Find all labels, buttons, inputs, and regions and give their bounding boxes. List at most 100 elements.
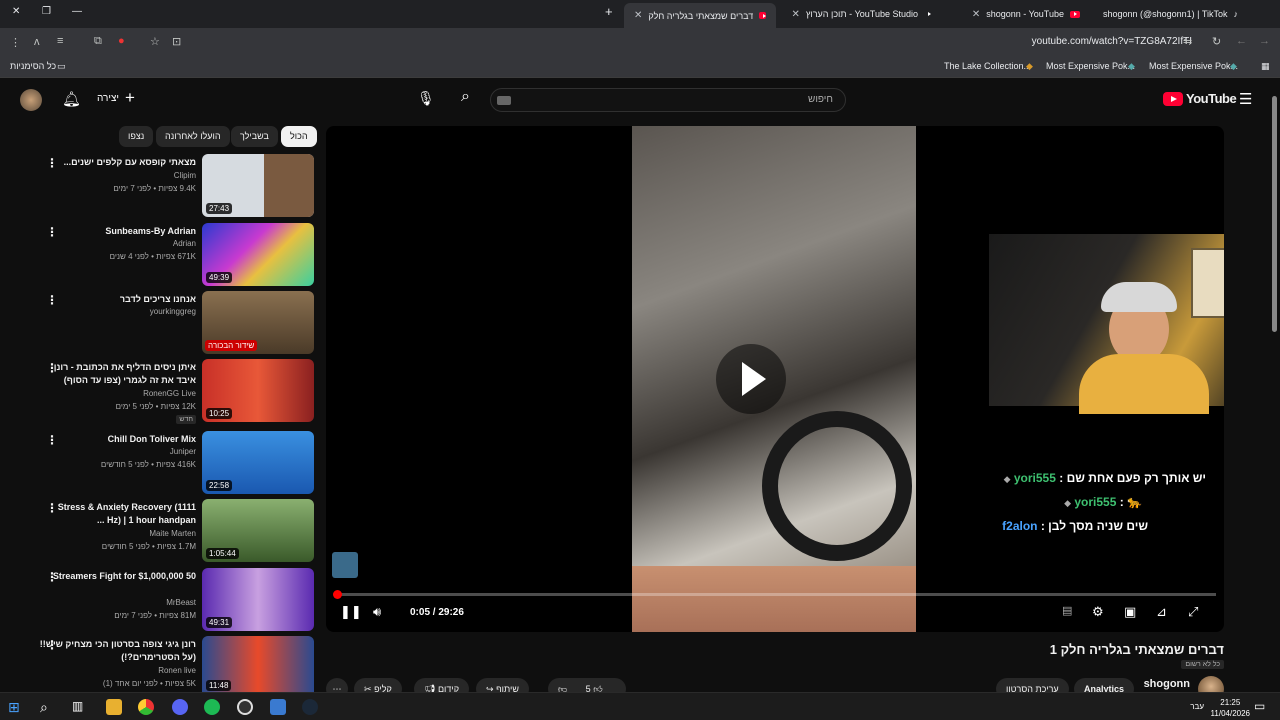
new-tab-button[interactable]: + — [605, 4, 613, 19]
list-item[interactable]: שידור הבכורה אנחנו צריכים לדבר yourkingg… — [40, 291, 314, 355]
bookmark-item[interactable]: The Lake Collection... — [944, 61, 1031, 71]
more-options-icon[interactable]: ⋮ — [46, 501, 58, 515]
more-options-icon[interactable]: ⋮ — [46, 156, 58, 170]
apps-grid-icon[interactable]: ▦ — [1261, 61, 1270, 72]
video-title[interactable]: איתן ניסים הדליף את הכתובת - רונן איבד א… — [46, 361, 196, 387]
video-thumbnail[interactable]: 11:48 — [202, 636, 314, 692]
steam-icon[interactable] — [302, 699, 318, 715]
microphone-icon[interactable]: 🎙︎ — [417, 90, 435, 107]
spotify-icon[interactable] — [204, 699, 220, 715]
video-title[interactable]: רונן גיגי צופה בסרטון הכי מצחיק שיש!! (ע… — [40, 638, 196, 664]
search-icon[interactable]: ⌕ — [461, 88, 470, 106]
translate-icon[interactable]: ʌ — [34, 36, 40, 48]
site-settings-icon[interactable]: ⇋ — [1183, 35, 1192, 48]
video-thumbnail[interactable]: 49:39 — [202, 223, 314, 286]
notifications-bell-icon[interactable]: 🔔︎ — [62, 90, 81, 108]
channel-name[interactable]: Clipim — [174, 171, 196, 180]
chip-for-you[interactable]: בשבילך — [231, 126, 278, 147]
more-options-icon[interactable]: ⋮ — [46, 225, 58, 239]
volume-icon[interactable]: 🔊︎ — [373, 604, 381, 620]
subtitles-icon[interactable]: ▤ — [1062, 604, 1072, 617]
restore-window-icon[interactable]: ❐ — [42, 6, 51, 17]
youtube-logo[interactable]: YouTube — [1163, 91, 1237, 106]
channel-name[interactable]: Adrian — [173, 239, 196, 248]
cast-icon[interactable]: ⊿ — [1156, 604, 1167, 620]
list-item[interactable]: 49:31 50 Streamers Fight for $1,000,000 … — [40, 568, 314, 632]
chrome-icon[interactable] — [138, 699, 154, 715]
install-app-icon[interactable]: ⊡ — [172, 35, 181, 48]
list-item[interactable]: 27:43 מצאתי קופסא עם קלפים ישנים... Clip… — [40, 154, 314, 218]
extensions-icon[interactable]: ⧉ — [94, 35, 102, 48]
create-button[interactable]: יצירה + — [97, 89, 135, 106]
more-options-icon[interactable]: ⋮ — [46, 361, 58, 375]
forward-icon[interactable]: ← — [1236, 35, 1247, 47]
video-title[interactable]: Stress & Anxiety Recovery (1111 Hz) | 1 … — [46, 501, 196, 527]
reload-icon[interactable]: ↻ — [1212, 35, 1221, 48]
hamburger-menu-icon[interactable]: ☰ — [1239, 90, 1252, 108]
more-options-icon[interactable]: ⋮ — [46, 293, 58, 307]
tab-youtube-studio[interactable]: YouTube Studio - תוכן הערוץ ✕ — [782, 3, 934, 25]
tab-shogonn-youtube[interactable]: shogonn - YouTube ✕ — [938, 3, 1090, 25]
file-explorer-icon[interactable] — [106, 699, 122, 715]
search-icon[interactable]: ⌕ — [40, 699, 56, 715]
more-options-icon[interactable]: ⋮ — [46, 433, 58, 447]
notification-icon[interactable]: ▭ — [1254, 699, 1270, 715]
miniplayer-icon[interactable]: ▣ — [1124, 604, 1136, 620]
list-item[interactable]: 11:48 רונן גיגי צופה בסרטון הכי מצחיק שי… — [40, 636, 314, 692]
video-thumbnail[interactable]: 22:58 — [202, 431, 314, 494]
system-clock[interactable]: 21:25 11/04/2026 — [1211, 697, 1250, 719]
channel-name[interactable]: RonenGG Live — [143, 389, 196, 398]
more-options-icon[interactable]: ⋮ — [46, 570, 58, 584]
play-button[interactable] — [716, 344, 786, 414]
bookmark-item[interactable]: Most Expensive Pok... — [1149, 61, 1238, 71]
chip-recently-uploaded[interactable]: הועלו לאחרונה — [156, 126, 230, 147]
settings-gear-icon[interactable]: ⚙︎ — [1092, 604, 1104, 620]
list-item[interactable]: 49:39 Sunbeams-By Adrian Adrian 671K צפי… — [40, 223, 314, 287]
channel-name[interactable]: yourkinggreg — [150, 307, 196, 316]
channel-name[interactable]: Maite Marten — [149, 529, 196, 538]
list-item[interactable]: 22:58 Chill Don Toliver Mix Juniper 416K… — [40, 431, 314, 495]
fullscreen-icon[interactable]: ⤢ — [1188, 604, 1198, 620]
channel-name-link[interactable]: shogonn — [1144, 678, 1190, 690]
tab-active-video[interactable]: דברים שמצאתי בגלריה חלק ✕ — [624, 3, 776, 28]
close-window-icon[interactable]: ✕ — [12, 6, 20, 17]
language-indicator[interactable]: עבר — [1190, 702, 1204, 711]
discord-icon[interactable] — [172, 699, 188, 715]
search-input[interactable]: חיפוש — [490, 88, 846, 112]
channel-watermark[interactable] — [332, 552, 358, 578]
video-title[interactable]: Sunbeams-By Adrian — [46, 225, 196, 238]
video-thumbnail[interactable]: 1:05:44 — [202, 499, 314, 562]
minimize-window-icon[interactable]: — — [72, 6, 82, 17]
more-options-icon[interactable]: ⋮ — [46, 638, 58, 652]
video-thumbnail[interactable]: 49:31 — [202, 568, 314, 631]
channel-name[interactable]: Juniper — [170, 447, 196, 456]
page-scrollbar[interactable] — [1272, 96, 1277, 332]
list-item[interactable]: 1:05:44 Stress & Anxiety Recovery (1111 … — [40, 499, 314, 563]
video-title[interactable]: 50 Streamers Fight for $1,000,000 — [46, 570, 196, 583]
url-field[interactable]: youtube.com/watch?v=TZG8A72IfTI — [1032, 36, 1192, 47]
task-view-icon[interactable]: ▥ — [72, 699, 88, 715]
app-icon[interactable] — [270, 699, 286, 715]
obs-icon[interactable] — [237, 699, 253, 715]
bookmark-star-icon[interactable]: ☆ — [150, 35, 160, 48]
video-thumbnail[interactable]: 27:43 — [202, 154, 314, 217]
video-thumbnail[interactable]: שידור הבכורה — [202, 291, 314, 354]
chip-watched[interactable]: נצפו — [119, 126, 154, 147]
close-tab-icon[interactable]: ✕ — [791, 9, 799, 20]
list-item[interactable]: 10:25 איתן ניסים הדליף את הכתובת - רונן … — [40, 359, 314, 424]
close-tab-icon[interactable]: ✕ — [972, 9, 980, 20]
all-bookmarks-folder[interactable]: כל הסימניות — [10, 61, 56, 71]
video-title[interactable]: Chill Don Toliver Mix — [46, 433, 196, 446]
video-thumbnail[interactable]: 10:25 — [202, 359, 314, 422]
menu-dots-icon[interactable]: ⋮ — [10, 36, 21, 49]
progress-bar[interactable] — [332, 590, 1216, 599]
account-avatar[interactable] — [20, 89, 42, 111]
extension-badge-icon[interactable]: ● — [118, 35, 125, 47]
close-tab-icon[interactable]: ✕ — [1096, 9, 1097, 20]
close-tab-icon[interactable]: ✕ — [634, 10, 642, 21]
keyboard-icon[interactable] — [497, 96, 511, 105]
video-player[interactable]: יש אותך רק פעם אחת שם : yori555 ◆ 🐆 : yo… — [326, 126, 1224, 632]
bookmark-item[interactable]: Most Expensive Pok... — [1046, 61, 1135, 71]
video-title[interactable]: אנחנו צריכים לדבר — [46, 293, 196, 306]
channel-name[interactable]: Ronen live — [158, 666, 196, 675]
